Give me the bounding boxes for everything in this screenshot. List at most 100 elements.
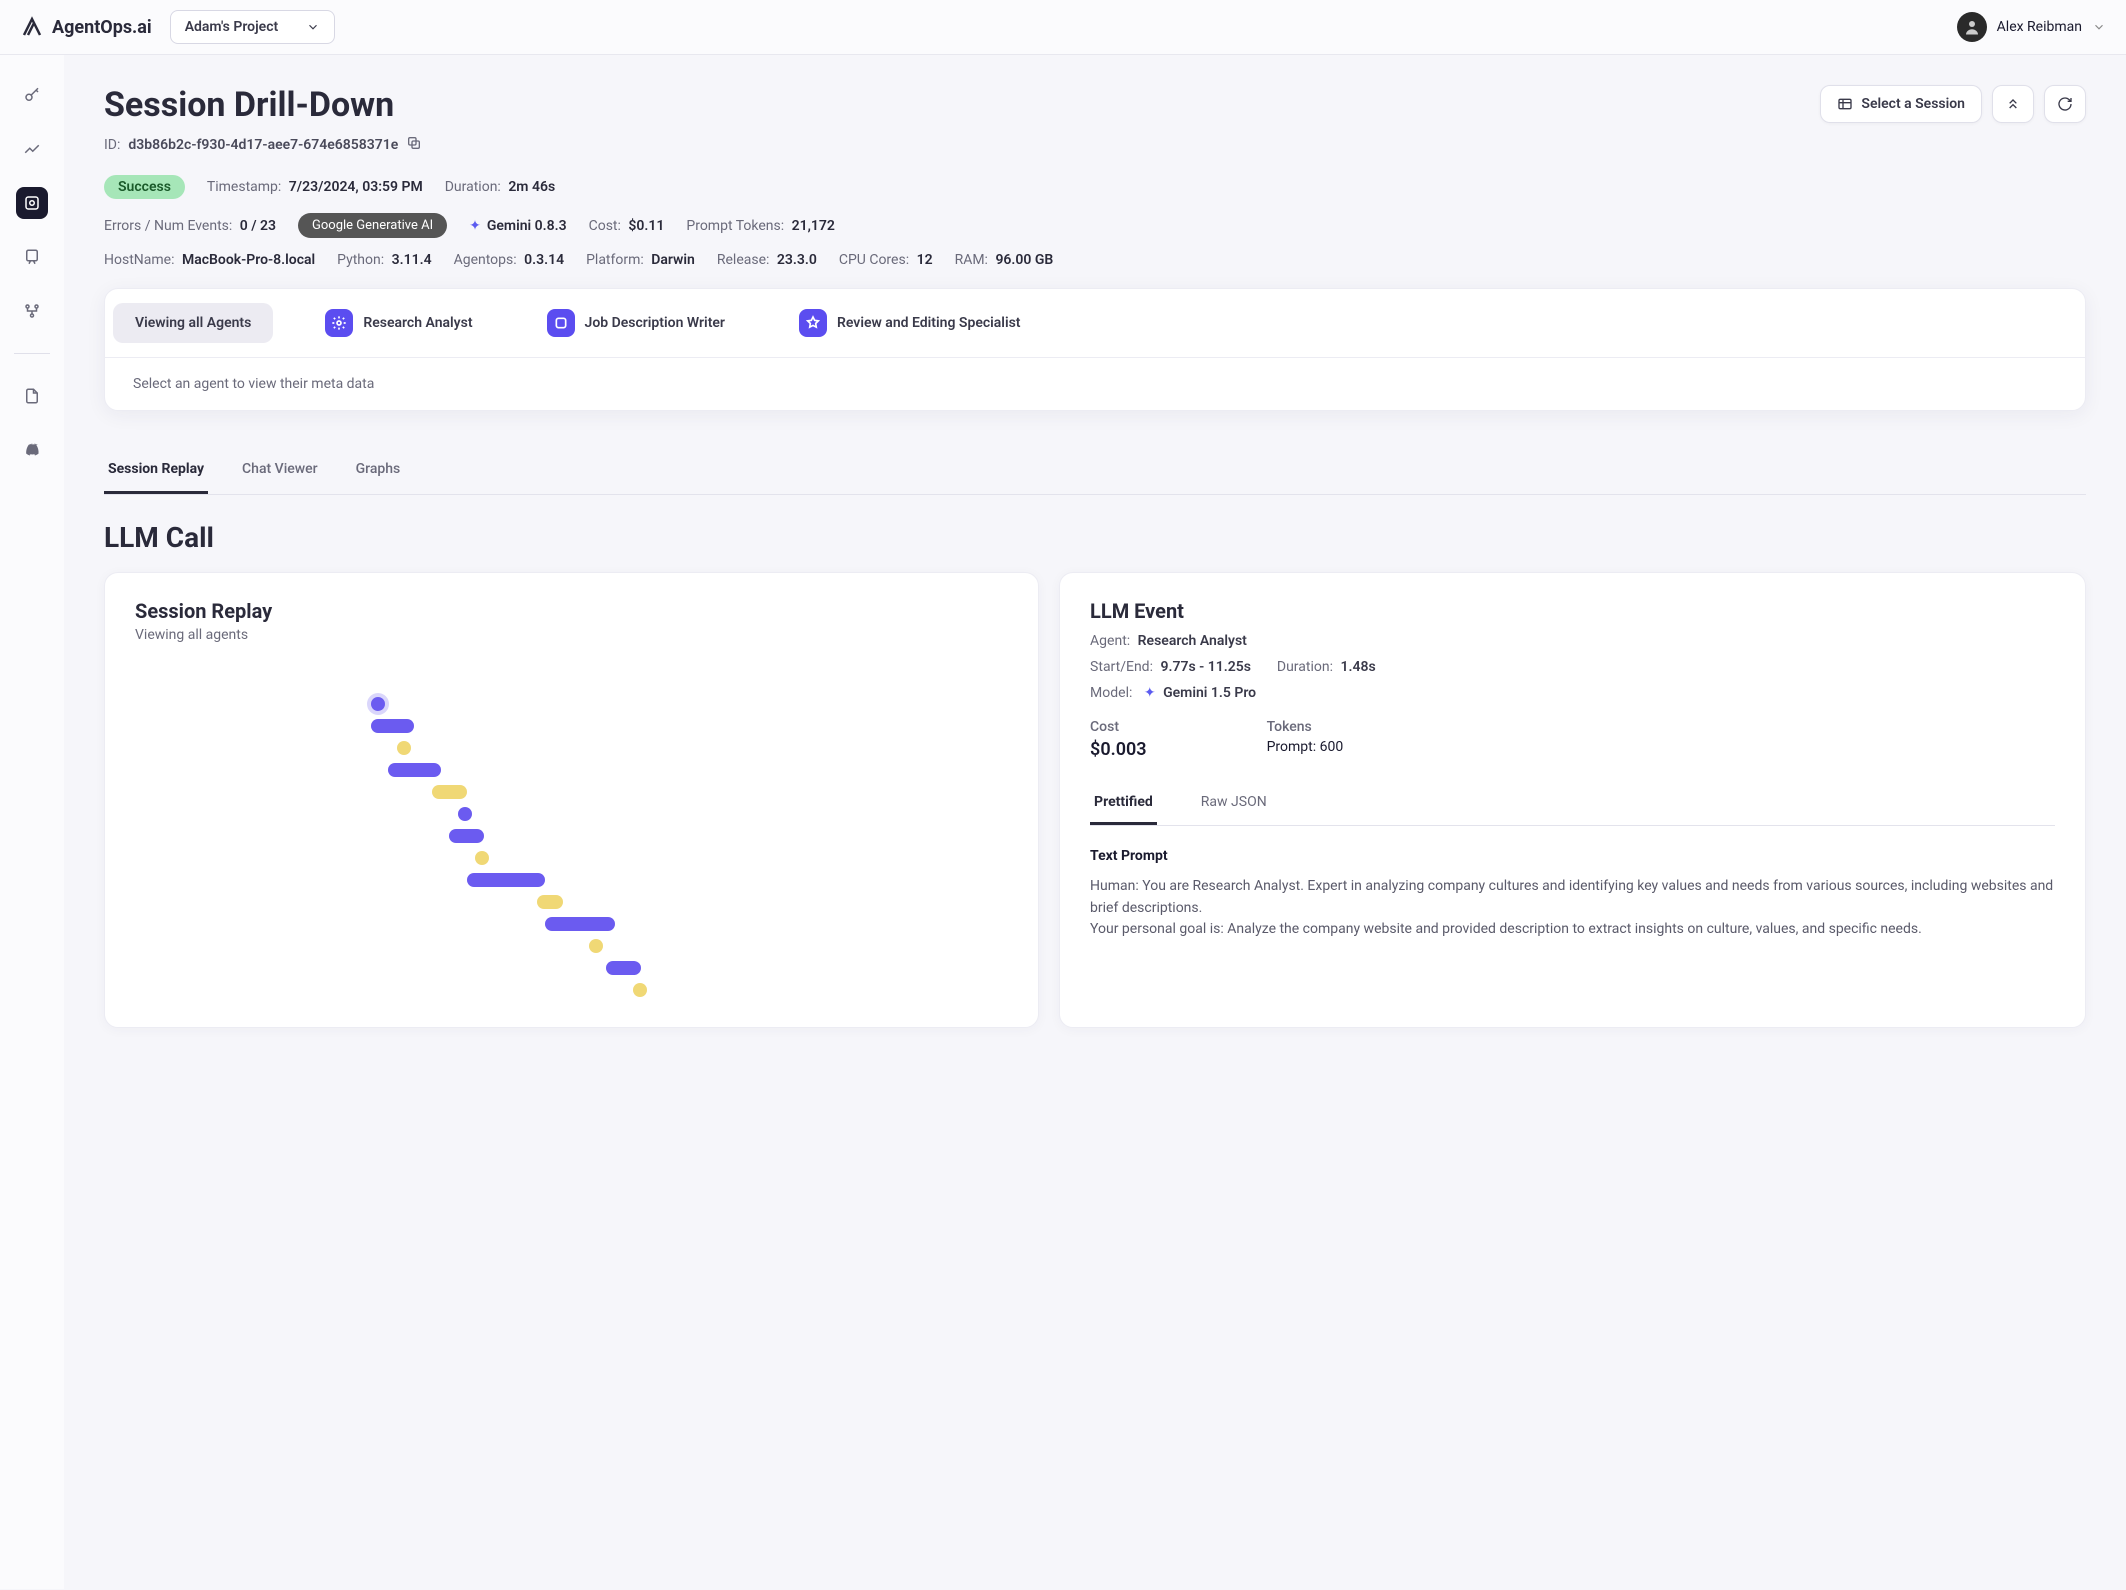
gantt-bar[interactable] bbox=[388, 763, 440, 777]
table-icon bbox=[1837, 96, 1853, 112]
gantt-bar[interactable] bbox=[545, 917, 615, 931]
main-content: Session Drill-Down ID: d3b86b2c-f930-4d1… bbox=[64, 55, 2126, 1589]
gantt-row bbox=[135, 825, 1008, 847]
user-menu[interactable]: Alex Reibman bbox=[1957, 12, 2106, 42]
gantt-row bbox=[135, 737, 1008, 759]
agent-icon bbox=[325, 309, 353, 337]
section-tabs: Session Replay Chat Viewer Graphs bbox=[104, 451, 2086, 495]
startend-label: Start/End: bbox=[1090, 659, 1153, 675]
ram-label: RAM: bbox=[955, 252, 988, 268]
agent-label: Research Analyst bbox=[363, 315, 472, 331]
agent-icon bbox=[547, 309, 575, 337]
evt-duration-label: Duration: bbox=[1277, 659, 1333, 675]
provider-chip: Google Generative AI bbox=[298, 213, 447, 238]
tab-job-description-writer[interactable]: Job Description Writer bbox=[525, 297, 747, 349]
llm-event-card: LLM Event Agent: Research Analyst Start/… bbox=[1059, 572, 2086, 1028]
session-id-row: ID: d3b86b2c-f930-4d17-aee7-674e6858371e bbox=[104, 135, 422, 155]
copy-icon[interactable] bbox=[406, 135, 422, 155]
logo-icon bbox=[20, 15, 44, 39]
gantt-dot[interactable] bbox=[371, 697, 385, 711]
tab-chat-viewer[interactable]: Chat Viewer bbox=[238, 451, 322, 494]
gantt-row bbox=[135, 913, 1008, 935]
tab-prettified[interactable]: Prettified bbox=[1090, 786, 1157, 825]
host-value: MacBook-Pro-8.local bbox=[182, 252, 315, 268]
refresh-icon bbox=[2057, 96, 2073, 112]
release-value: 23.3.0 bbox=[777, 252, 817, 268]
replay-subtitle: Viewing all agents bbox=[135, 627, 1008, 643]
gantt-bar[interactable] bbox=[537, 895, 563, 909]
nav-docs-icon[interactable] bbox=[16, 380, 48, 412]
gantt-row bbox=[135, 803, 1008, 825]
gantt-row bbox=[135, 935, 1008, 957]
duration-label: Duration: bbox=[445, 179, 501, 195]
tokens-label: Prompt: bbox=[1267, 739, 1317, 755]
nav-sessions-icon[interactable] bbox=[16, 187, 48, 219]
nav-train-icon[interactable] bbox=[16, 241, 48, 273]
session-replay-card: Session Replay Viewing all agents bbox=[104, 572, 1039, 1028]
tab-review-editing-specialist[interactable]: Review and Editing Specialist bbox=[777, 297, 1043, 349]
model-value: Gemini 1.5 Pro bbox=[1163, 685, 1256, 701]
gantt-dot[interactable] bbox=[458, 807, 472, 821]
ptokens-value: 21,172 bbox=[792, 218, 835, 234]
nav-key-icon[interactable] bbox=[16, 79, 48, 111]
gantt-row bbox=[135, 979, 1008, 1001]
id-label: ID: bbox=[104, 137, 120, 153]
gantt-dot[interactable] bbox=[475, 851, 489, 865]
select-session-button[interactable]: Select a Session bbox=[1820, 85, 1982, 123]
prompt-line1: Human: You are Research Analyst. Expert … bbox=[1090, 876, 2055, 919]
tab-research-analyst[interactable]: Research Analyst bbox=[303, 297, 494, 349]
agent-label: Review and Editing Specialist bbox=[837, 315, 1021, 331]
gantt-row bbox=[135, 957, 1008, 979]
sidebar bbox=[0, 55, 64, 1589]
nav-branch-icon[interactable] bbox=[16, 295, 48, 327]
tab-raw-json[interactable]: Raw JSON bbox=[1197, 786, 1271, 825]
chevron-down-icon bbox=[2092, 20, 2106, 34]
gantt-dot[interactable] bbox=[633, 983, 647, 997]
status-badge: Success bbox=[104, 175, 185, 199]
tab-all-agents[interactable]: Viewing all Agents bbox=[113, 303, 273, 343]
tab-session-replay[interactable]: Session Replay bbox=[104, 451, 208, 494]
timestamp-label: Timestamp: bbox=[207, 179, 281, 195]
gantt-bar[interactable] bbox=[467, 873, 546, 887]
cost-value: $0.11 bbox=[628, 218, 664, 234]
gantt-bar[interactable] bbox=[606, 961, 641, 975]
avatar bbox=[1957, 12, 1987, 42]
timestamp-value: 7/23/2024, 03:59 PM bbox=[289, 179, 423, 195]
divider bbox=[14, 353, 50, 354]
release-label: Release: bbox=[717, 252, 770, 268]
tokens-value: 600 bbox=[1320, 739, 1344, 755]
gantt-chart[interactable] bbox=[135, 673, 1008, 1001]
brand-text: AgentOps.ai bbox=[52, 17, 152, 38]
agent-value: Research Analyst bbox=[1138, 633, 1247, 649]
gantt-row bbox=[135, 869, 1008, 891]
chevron-down-icon bbox=[306, 20, 320, 34]
errors-label: Errors / Num Events: bbox=[104, 218, 232, 234]
project-selector[interactable]: Adam's Project bbox=[170, 10, 336, 44]
sparkle-icon: ✦ bbox=[469, 218, 481, 234]
gantt-row bbox=[135, 847, 1008, 869]
gantt-dot[interactable] bbox=[589, 939, 603, 953]
evt-duration-value: 1.48s bbox=[1340, 659, 1375, 675]
agent-label: Agent: bbox=[1090, 633, 1130, 649]
brand-logo[interactable]: AgentOps.ai bbox=[20, 15, 152, 39]
agentops-value: 0.3.14 bbox=[524, 252, 564, 268]
ram-value: 96.00 GB bbox=[995, 252, 1053, 268]
prompt-title: Text Prompt bbox=[1090, 848, 2055, 864]
duration-value: 2m 46s bbox=[508, 179, 555, 195]
cpu-value: 12 bbox=[917, 252, 933, 268]
tab-graphs[interactable]: Graphs bbox=[352, 451, 405, 494]
gantt-dot[interactable] bbox=[397, 741, 411, 755]
refresh-button[interactable] bbox=[2044, 85, 2086, 123]
gantt-bar[interactable] bbox=[371, 719, 415, 733]
cost-label: Cost: bbox=[589, 218, 621, 234]
tab-all-label: Viewing all Agents bbox=[135, 315, 251, 331]
collapse-button[interactable] bbox=[1992, 85, 2034, 123]
agent-label: Job Description Writer bbox=[585, 315, 725, 331]
gemini-version: Gemini 0.8.3 bbox=[487, 218, 567, 234]
nav-discord-icon[interactable] bbox=[16, 434, 48, 466]
gantt-bar[interactable] bbox=[449, 829, 484, 843]
nav-chart-icon[interactable] bbox=[16, 133, 48, 165]
project-name: Adam's Project bbox=[185, 19, 279, 35]
gantt-bar[interactable] bbox=[432, 785, 467, 799]
agents-panel: Viewing all Agents Research Analyst Job … bbox=[104, 288, 2086, 411]
